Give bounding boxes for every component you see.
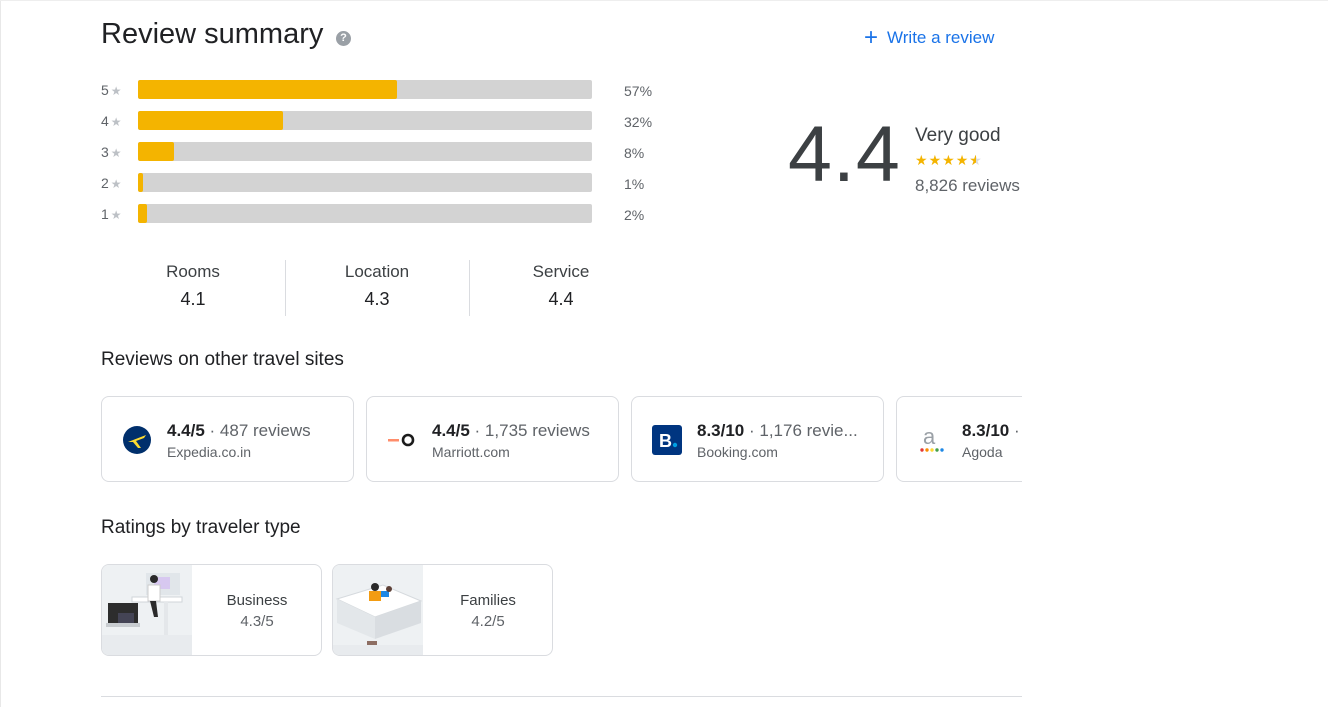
bar-star-label: 5 ★ (101, 82, 122, 98)
site-card-marriott[interactable]: 4.4/5 · 1,735 reviews Marriott.com (366, 396, 619, 482)
bar-star-label: 3 ★ (101, 144, 122, 160)
traveler-type-score: 4.3/5 (240, 613, 274, 630)
category-value: 4.3 (364, 289, 390, 309)
site-card-agoda[interactable]: a 8.3/10 · Agoda (896, 396, 1022, 482)
bar-star-label: 2 ★ (101, 175, 122, 191)
bar-percent: 32% (624, 114, 653, 130)
section-divider (101, 696, 1022, 697)
rating-bar-track (138, 142, 592, 161)
star-icon: ★ (110, 84, 122, 98)
rating-bar-fill (138, 80, 397, 99)
star-half-icon: ★ ★ (969, 152, 982, 168)
category-rooms: Rooms 4.1 (101, 262, 285, 310)
page-border-left (0, 0, 1, 707)
marriott-logo-icon (388, 433, 415, 447)
traveler-card-text: Families 4.2/5 (423, 565, 552, 655)
bar-percent: 57% (624, 83, 653, 99)
bar-percent: 2% (624, 207, 645, 223)
plus-icon: + (864, 24, 879, 51)
site-name: Agoda (962, 444, 1003, 460)
traveler-card-business[interactable]: Business 4.3/5 (101, 564, 322, 656)
star-icon: ★ (110, 146, 122, 160)
site-card-expedia[interactable]: 4.4/5 · 487 reviews Expedia.co.in (101, 396, 354, 482)
agoda-logo-icon: a (920, 425, 944, 452)
other-sites-carousel: 4.4/5 · 487 reviews Expedia.co.in 4.4/5 … (101, 396, 1022, 484)
site-name: Expedia.co.in (167, 444, 252, 460)
other-sites-heading: Reviews on other travel sites (101, 349, 344, 370)
rating-bar-fill (138, 173, 144, 192)
rating-bar-row-3: 3 ★ 8% (101, 142, 661, 162)
star-full-icon: ★ (915, 152, 928, 168)
site-name: Marriott.com (432, 444, 510, 460)
site-name: Booking.com (697, 444, 778, 460)
rating-bar-row-2: 2 ★ 1% (101, 173, 661, 193)
booking-logo-icon: B (652, 425, 682, 455)
bar-percent: 1% (624, 176, 645, 192)
rating-bar-track (138, 204, 592, 223)
rating-bar-fill (138, 111, 284, 130)
bar-star-label: 1 ★ (101, 206, 122, 222)
bar-percent: 8% (624, 145, 645, 161)
overall-stars: ★ ★ ★ ★ ★ ★ (915, 152, 982, 168)
category-label: Location (344, 262, 410, 281)
svg-text:a: a (923, 425, 936, 449)
traveler-type-label: Business (226, 592, 288, 609)
traveler-type-label: Families (460, 592, 516, 609)
rating-bar-track (138, 80, 592, 99)
svg-text:B: B (659, 431, 672, 451)
category-value: 4.1 (180, 289, 206, 309)
overall-review-count: 8,826 reviews (915, 176, 1020, 195)
write-review-button[interactable]: + Write a review (864, 24, 994, 52)
traveler-type-score: 4.2/5 (471, 613, 505, 630)
star-full-icon: ★ (928, 152, 942, 168)
category-label: Rooms (166, 262, 220, 281)
star-icon: ★ (110, 177, 122, 191)
category-location: Location 4.3 (285, 262, 469, 310)
bar-star-label: 4 ★ (101, 113, 122, 129)
site-rating: 8.3/10 · 1,176 revie... (697, 421, 858, 440)
star-icon: ★ (110, 115, 122, 129)
families-traveler-illustration (333, 565, 423, 655)
rating-bar-track (138, 111, 592, 130)
site-rating: 8.3/10 · (962, 421, 1020, 440)
expedia-logo-icon (123, 426, 151, 454)
page-title: Review summary (101, 18, 324, 50)
help-circle-icon[interactable]: ? (336, 31, 351, 46)
page-border-top (0, 0, 1328, 1)
category-service: Service 4.4 (469, 262, 653, 310)
traveler-card-families[interactable]: Families 4.2/5 (332, 564, 553, 656)
traveler-card-text: Business 4.3/5 (192, 565, 321, 655)
category-value: 4.4 (548, 289, 574, 309)
star-full-icon: ★ (955, 152, 969, 168)
site-rating: 4.4/5 · 1,735 reviews (432, 421, 590, 440)
traveler-type-heading: Ratings by traveler type (101, 517, 301, 538)
site-card-booking[interactable]: B 8.3/10 · 1,176 revie... Booking.com (631, 396, 884, 482)
rating-bar-row-4: 4 ★ 32% (101, 111, 661, 131)
rating-bar-row-5: 5 ★ 57% (101, 80, 661, 100)
category-label: Service (532, 262, 590, 281)
rating-bar-fill (138, 142, 175, 161)
star-full-icon: ★ (942, 152, 955, 168)
site-rating: 4.4/5 · 487 reviews (167, 421, 311, 440)
rating-bar-fill (138, 204, 148, 223)
write-review-label: Write a review (887, 28, 995, 47)
overall-verdict: Very good (915, 125, 1001, 146)
business-traveler-illustration (102, 565, 192, 655)
rating-bar-track (138, 173, 592, 192)
star-icon: ★ (110, 208, 122, 222)
overall-score: 4.4 (788, 109, 901, 198)
rating-bar-row-1: 1 ★ 2% (101, 204, 661, 224)
